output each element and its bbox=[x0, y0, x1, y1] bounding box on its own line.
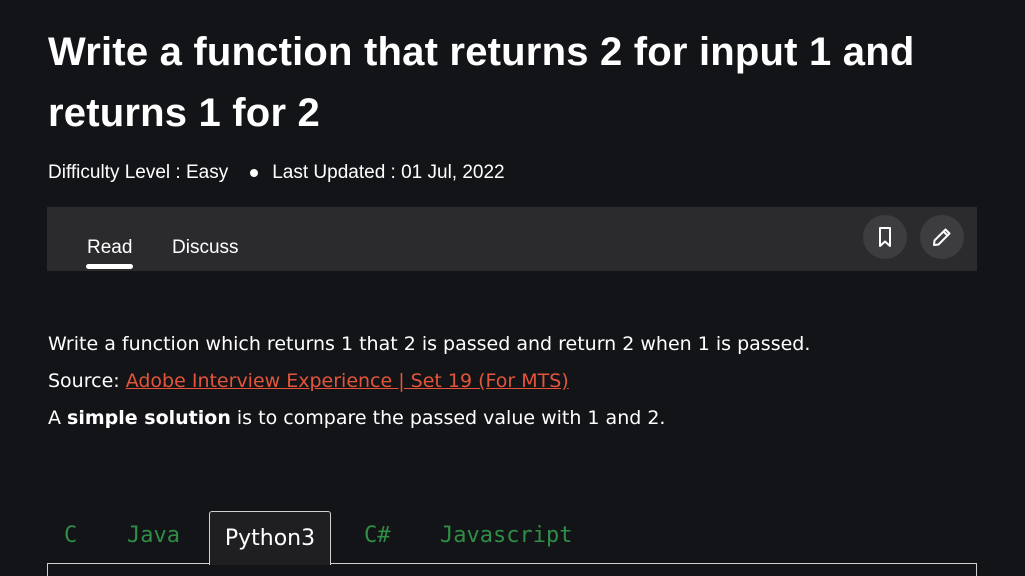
tab-read-label: Read bbox=[87, 237, 133, 258]
article-toolbar: Read Discuss bbox=[47, 207, 977, 271]
solution-prefix: A bbox=[48, 407, 68, 429]
source-link[interactable]: Adobe Interview Experience | Set 19 (For… bbox=[126, 370, 569, 392]
article-body: Write a function which returns 1 that 2 … bbox=[48, 326, 810, 437]
pencil-icon bbox=[933, 228, 951, 246]
last-updated: Last Updated : 01 Jul, 2022 bbox=[272, 162, 505, 183]
code-language-tabs: C Java Python3 C# Javascript bbox=[47, 511, 977, 576]
solution-rest: is to compare the passed value with 1 an… bbox=[230, 407, 666, 429]
bookmark-icon bbox=[879, 227, 891, 247]
lang-tab-java[interactable]: Java bbox=[127, 523, 180, 548]
code-panel-top bbox=[47, 563, 977, 576]
separator-dot bbox=[250, 169, 259, 177]
lang-tab-python3[interactable]: Python3 bbox=[209, 511, 331, 565]
paragraph-description: Write a function which returns 1 that 2 … bbox=[48, 333, 811, 355]
paragraph-solution: A simple solution is to compare the pass… bbox=[48, 400, 810, 437]
edit-button[interactable] bbox=[920, 215, 964, 259]
tab-discuss[interactable]: Discuss bbox=[172, 237, 239, 259]
paragraph-source: Source: Adobe Interview Experience | Set… bbox=[48, 363, 810, 400]
difficulty-level: Difficulty Level : Easy bbox=[48, 162, 229, 183]
lang-tab-python3-label: Python3 bbox=[224, 526, 316, 551]
tab-read[interactable]: Read bbox=[86, 237, 133, 269]
tab-discuss-label: Discuss bbox=[172, 237, 239, 258]
source-label: Source: bbox=[48, 370, 126, 392]
active-tab-indicator bbox=[86, 264, 133, 269]
article-meta: Difficulty Level : Easy Last Updated : 0… bbox=[48, 162, 505, 184]
lang-tab-csharp[interactable]: C# bbox=[364, 523, 391, 548]
solution-bold: simple solution bbox=[67, 407, 231, 429]
bookmark-button[interactable] bbox=[863, 215, 907, 259]
lang-tab-javascript[interactable]: Javascript bbox=[440, 523, 572, 548]
lang-tab-c[interactable]: C bbox=[64, 523, 77, 548]
article-title: Write a function that returns 2 for inpu… bbox=[48, 30, 915, 135]
